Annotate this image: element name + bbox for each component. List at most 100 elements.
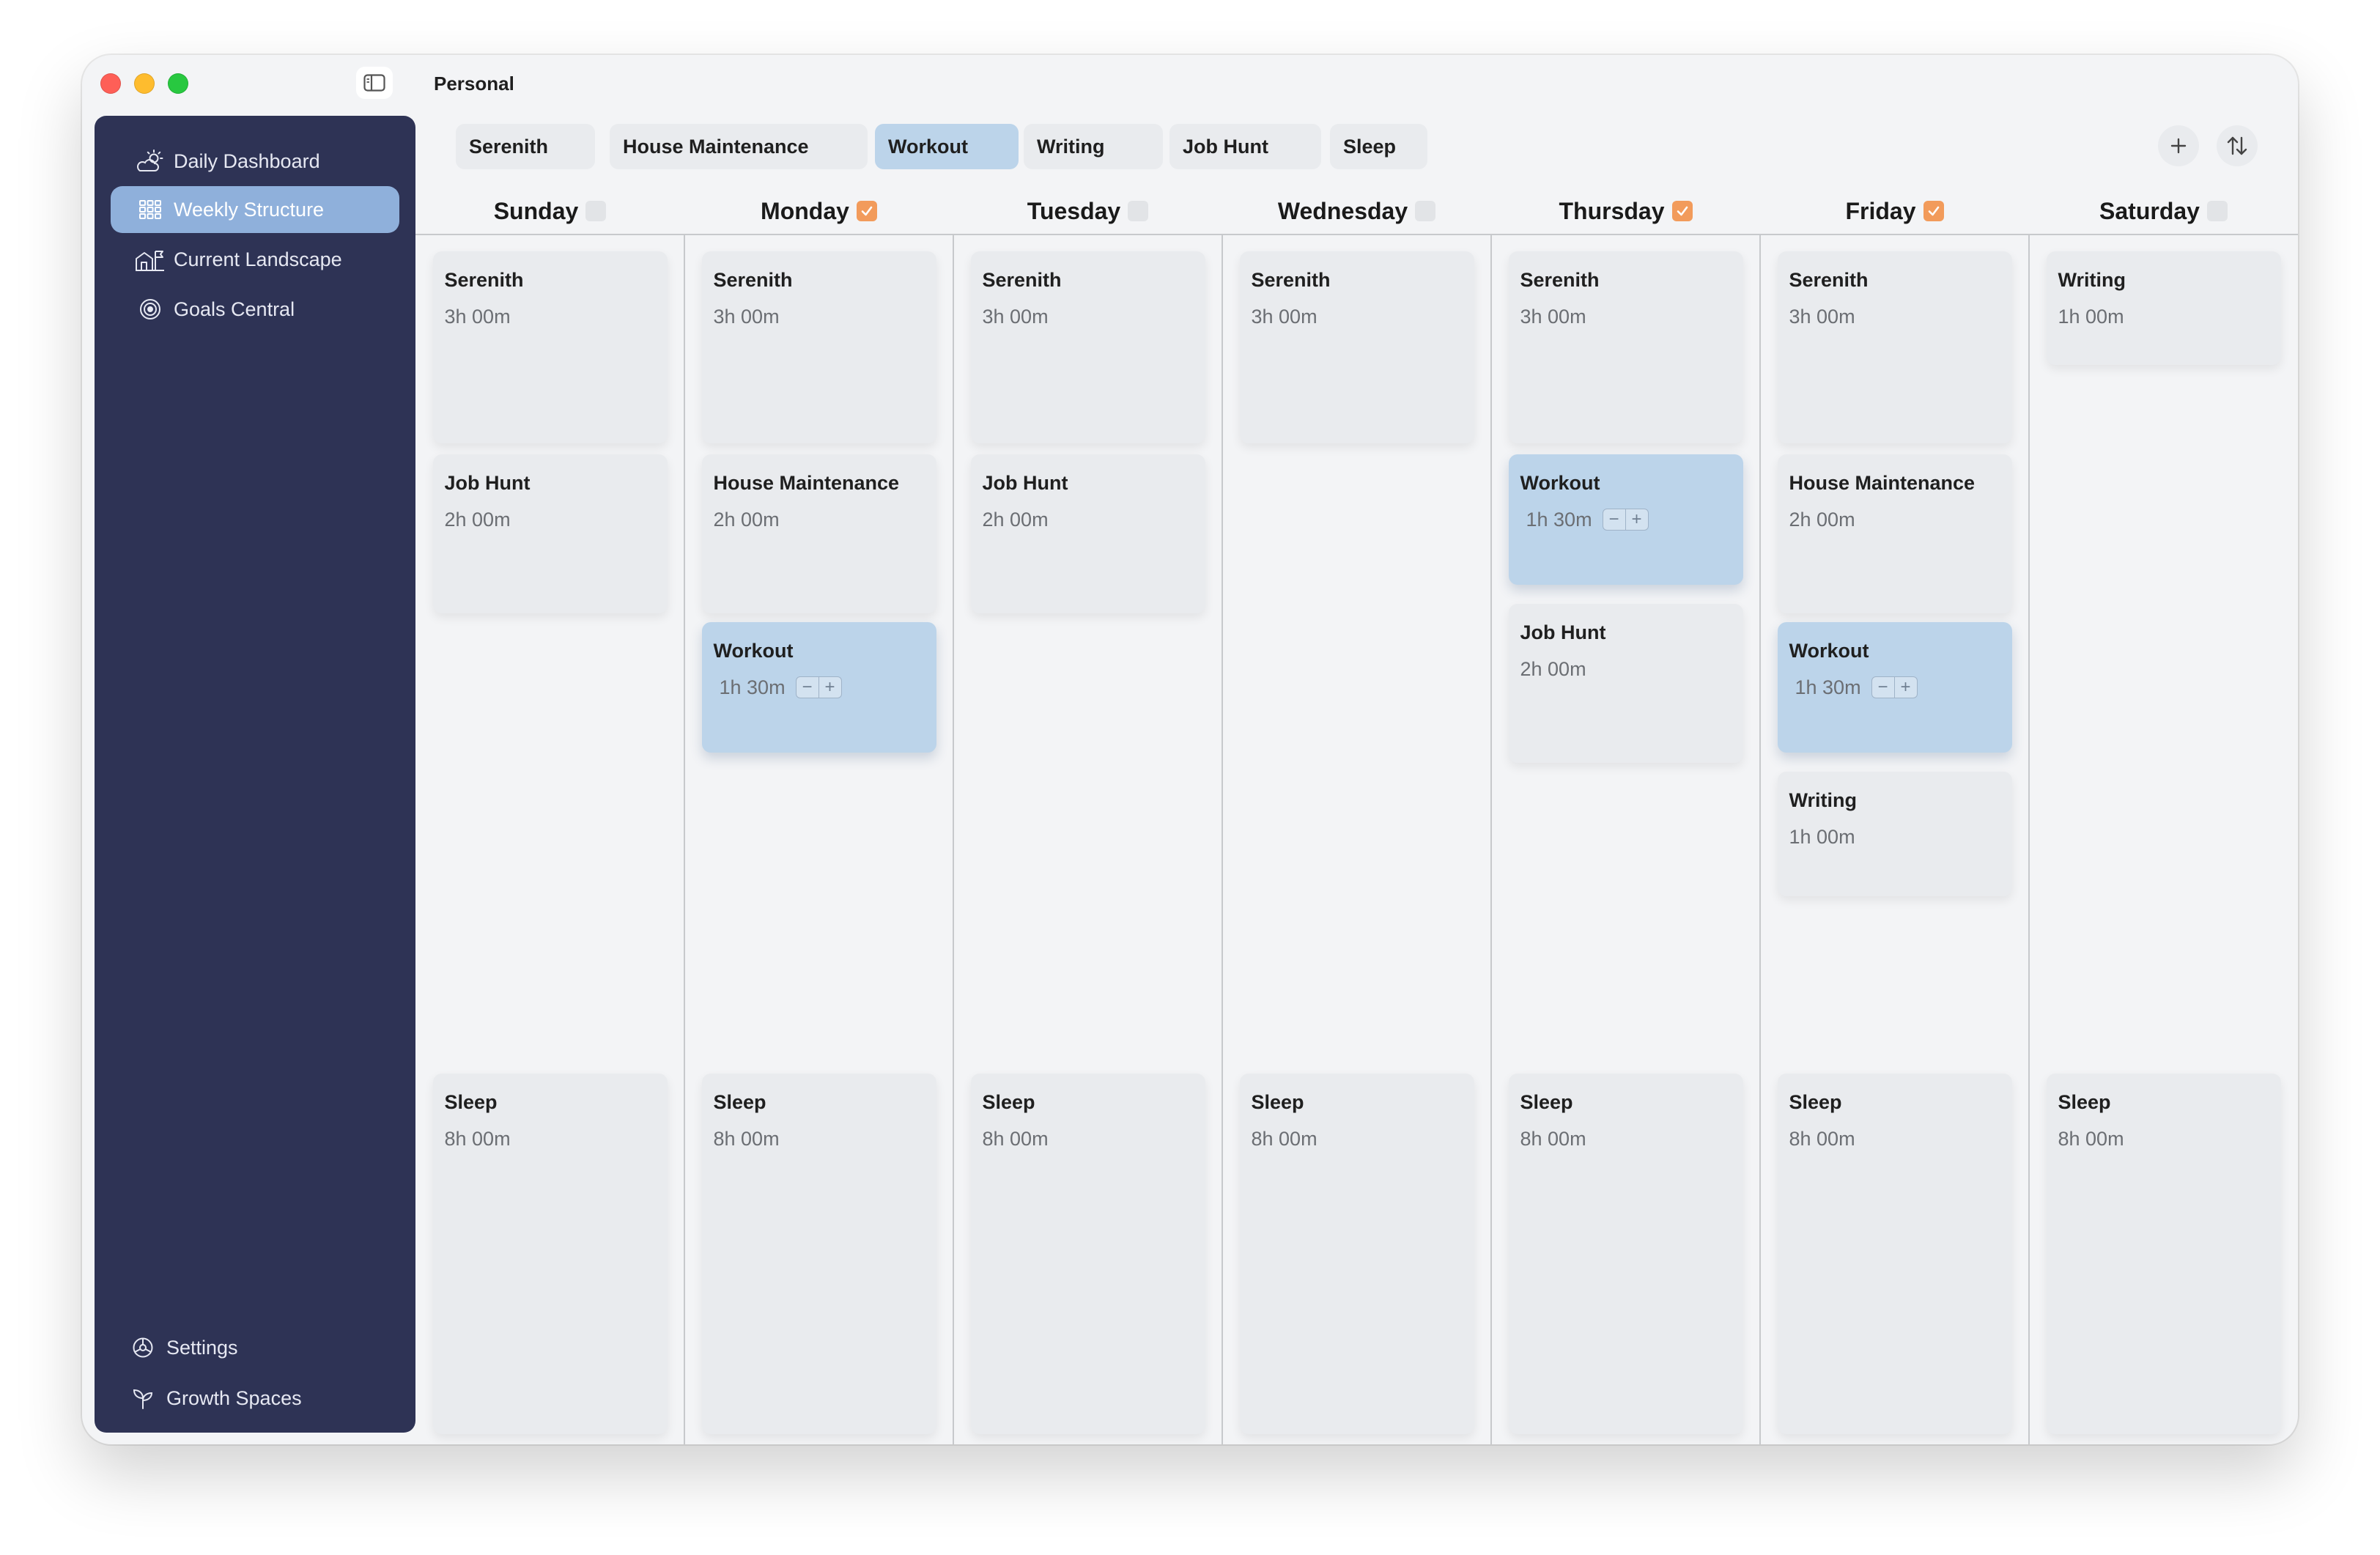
- block-duration: 2h 00m: [1520, 658, 1586, 680]
- time-block[interactable]: Writing 1h 00m: [1777, 772, 2012, 896]
- day-header-saturday: Saturday: [2029, 191, 2298, 231]
- increment-button[interactable]: +: [1893, 677, 1917, 698]
- close-window-button[interactable]: [100, 73, 121, 94]
- block-duration: 8h 00m: [982, 1128, 1049, 1150]
- block-title: Serenith: [1520, 269, 1600, 291]
- duration-stepper[interactable]: − +: [795, 676, 842, 698]
- target-icon: [134, 293, 166, 325]
- day-name: Sunday: [493, 197, 579, 224]
- block-duration: 2h 00m: [982, 509, 1049, 531]
- day-name: Tuesday: [1027, 197, 1121, 224]
- time-block[interactable]: Sleep 8h 00m: [1508, 1074, 1743, 1434]
- day-checkbox[interactable]: [2206, 201, 2228, 221]
- block-duration-row: 1h 30m − +: [1520, 507, 1732, 532]
- decrement-button[interactable]: −: [1872, 677, 1894, 698]
- block-duration-row: 1h 30m − +: [1789, 675, 2000, 700]
- block-duration-row: 1h 00m: [2058, 304, 2269, 329]
- block-title: Workout: [713, 640, 794, 662]
- time-block[interactable]: Job Hunt 2h 00m: [970, 454, 1205, 613]
- block-duration: 3h 00m: [1251, 306, 1318, 328]
- day-header-wednesday: Wednesday: [1222, 191, 1491, 231]
- block-duration: 1h 30m: [1526, 509, 1592, 531]
- day-checkbox[interactable]: [585, 201, 607, 221]
- time-block[interactable]: Workout 1h 30m − +: [1508, 454, 1743, 585]
- day-checkbox[interactable]: [1415, 201, 1436, 221]
- tab-sleep[interactable]: Sleep: [1330, 124, 1427, 169]
- time-block[interactable]: Serenith 3h 00m: [1777, 251, 2012, 443]
- block-duration: 3h 00m: [1789, 306, 1855, 328]
- sidebar-item-daily-dashboard[interactable]: Daily Dashboard: [111, 138, 399, 185]
- time-block[interactable]: Serenith 3h 00m: [1239, 251, 1474, 443]
- day-checkbox[interactable]: [856, 201, 877, 221]
- sidebar-item-settings[interactable]: Settings: [111, 1326, 238, 1370]
- landscape-icon: [134, 243, 166, 276]
- time-block[interactable]: Sleep 8h 00m: [701, 1074, 936, 1434]
- checkmark-icon: [1928, 206, 1939, 216]
- time-block[interactable]: Serenith 3h 00m: [432, 251, 668, 443]
- block-duration-row: 3h 00m: [714, 304, 925, 329]
- sidebar-item-current-landscape[interactable]: Current Landscape: [111, 236, 399, 283]
- sort-button[interactable]: [2217, 125, 2258, 166]
- block-duration: 8h 00m: [1251, 1128, 1318, 1150]
- sprout-icon: [127, 1382, 159, 1414]
- block-title: Serenith: [713, 269, 793, 291]
- time-block[interactable]: Job Hunt 2h 00m: [1508, 604, 1743, 763]
- zoom-window-button[interactable]: [168, 73, 188, 94]
- sidebar-item-label: Goals Central: [174, 298, 295, 320]
- block-title: Sleep: [1251, 1091, 1304, 1113]
- settings-icon: [127, 1331, 159, 1364]
- time-block[interactable]: Workout 1h 30m − +: [701, 622, 936, 753]
- block-duration: 8h 00m: [1789, 1128, 1855, 1150]
- block-duration-row: 2h 00m: [1789, 507, 2000, 532]
- minimize-window-button[interactable]: [134, 73, 155, 94]
- block-title: Serenith: [444, 269, 524, 291]
- block-duration-row: 8h 00m: [445, 1126, 656, 1151]
- block-title: Sleep: [2058, 1091, 2111, 1113]
- time-block[interactable]: Workout 1h 30m − +: [1777, 622, 2012, 753]
- tab-workout[interactable]: Workout: [875, 124, 1019, 169]
- sidebar-item-weekly-structure[interactable]: Weekly Structure: [111, 186, 399, 233]
- block-duration-row: 8h 00m: [714, 1126, 925, 1151]
- time-block[interactable]: Sleep 8h 00m: [432, 1074, 668, 1434]
- time-block[interactable]: Sleep 8h 00m: [970, 1074, 1205, 1434]
- block-duration-row: 8h 00m: [983, 1126, 1194, 1151]
- sidebar-toggle-button[interactable]: [356, 67, 393, 99]
- block-duration-row: 8h 00m: [1252, 1126, 1463, 1151]
- column-divider: [1490, 234, 1492, 1444]
- decrement-button[interactable]: −: [1603, 509, 1625, 530]
- increment-button[interactable]: +: [1625, 509, 1648, 530]
- column-divider: [1759, 234, 1761, 1444]
- block-title: House Maintenance: [713, 472, 900, 494]
- block-duration: 1h 00m: [1789, 826, 1855, 848]
- time-block[interactable]: Serenith 3h 00m: [970, 251, 1205, 443]
- decrement-button[interactable]: −: [797, 677, 818, 698]
- tab-writing[interactable]: Writing: [1024, 124, 1163, 169]
- tab-serenith[interactable]: Serenith: [456, 124, 595, 169]
- day-checkbox[interactable]: [1128, 201, 1149, 221]
- time-block[interactable]: Sleep 8h 00m: [2046, 1074, 2281, 1434]
- duration-stepper[interactable]: − +: [1871, 676, 1918, 698]
- time-block[interactable]: Serenith 3h 00m: [701, 251, 936, 443]
- tab-job-hunt[interactable]: Job Hunt: [1169, 124, 1321, 169]
- time-block[interactable]: House Maintenance 2h 00m: [701, 454, 936, 613]
- block-title: Sleep: [1789, 1091, 1842, 1113]
- time-block[interactable]: Job Hunt 2h 00m: [432, 454, 668, 613]
- time-block[interactable]: Sleep 8h 00m: [1777, 1074, 2012, 1434]
- day-checkbox[interactable]: [1671, 201, 1693, 221]
- increment-button[interactable]: +: [818, 677, 841, 698]
- time-block[interactable]: Writing 1h 00m: [2046, 251, 2281, 365]
- sidebar-item-goals-central[interactable]: Goals Central: [111, 286, 399, 333]
- day-header-sunday: Sunday: [415, 191, 684, 231]
- time-block[interactable]: Sleep 8h 00m: [1239, 1074, 1474, 1434]
- day-name: Saturday: [2099, 197, 2200, 224]
- time-block[interactable]: House Maintenance 2h 00m: [1777, 454, 2012, 613]
- block-title: House Maintenance: [1789, 472, 1976, 494]
- day-checkbox[interactable]: [1923, 201, 1944, 221]
- block-duration-row: 8h 00m: [1520, 1126, 1732, 1151]
- add-button[interactable]: [2158, 125, 2199, 166]
- tab-house-maintenance[interactable]: House Maintenance: [610, 124, 868, 169]
- day-header-thursday: Thursday: [1491, 191, 1760, 231]
- time-block[interactable]: Serenith 3h 00m: [1508, 251, 1743, 443]
- sidebar-item-growth-spaces[interactable]: Growth Spaces: [111, 1376, 302, 1420]
- duration-stepper[interactable]: − +: [1602, 509, 1649, 531]
